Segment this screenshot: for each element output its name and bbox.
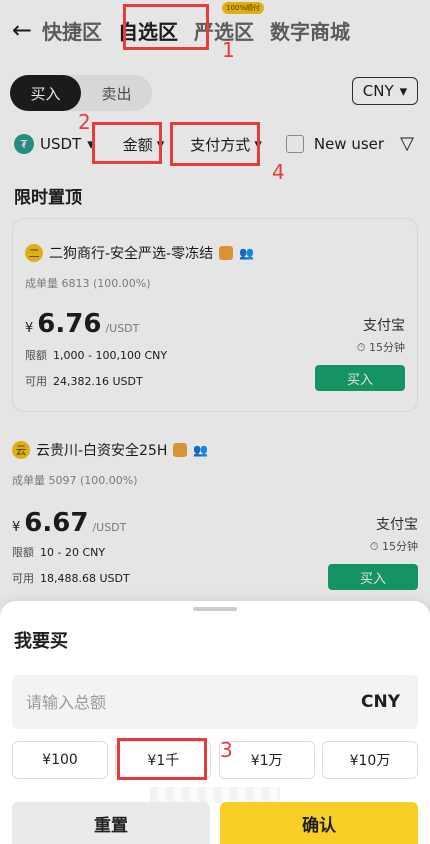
annotation-label: 4: [272, 160, 285, 184]
annotation-box: [117, 738, 207, 780]
sheet-actions: 重置 确认: [12, 802, 418, 844]
input-currency: CNY: [360, 692, 400, 712]
chip-10k[interactable]: ¥1万: [218, 741, 315, 779]
buy-amount-sheet: 我要买 CNY ¥100 ¥1千 ¥1万 ¥10万 重置 确认: [0, 601, 430, 844]
quick-amount-chips: ¥100 ¥1千 ¥1万 ¥10万: [12, 741, 418, 779]
sheet-title: 我要买: [14, 631, 68, 652]
amount-input[interactable]: [26, 692, 286, 712]
blurred-text: [150, 787, 280, 803]
drag-handle[interactable]: [193, 607, 237, 611]
confirm-button[interactable]: 确认: [220, 802, 418, 844]
chip-100k[interactable]: ¥10万: [321, 741, 418, 779]
annotation-label: 2: [78, 110, 91, 134]
chip-100[interactable]: ¥100: [12, 741, 108, 779]
annotation-label: 1: [222, 38, 235, 62]
annotation-box: [92, 122, 162, 164]
annotation-box: [170, 122, 260, 166]
annotation-label: 3: [220, 738, 233, 762]
annotation-box: [123, 4, 209, 50]
reset-button[interactable]: 重置: [12, 802, 210, 844]
amount-field[interactable]: CNY: [12, 675, 418, 729]
